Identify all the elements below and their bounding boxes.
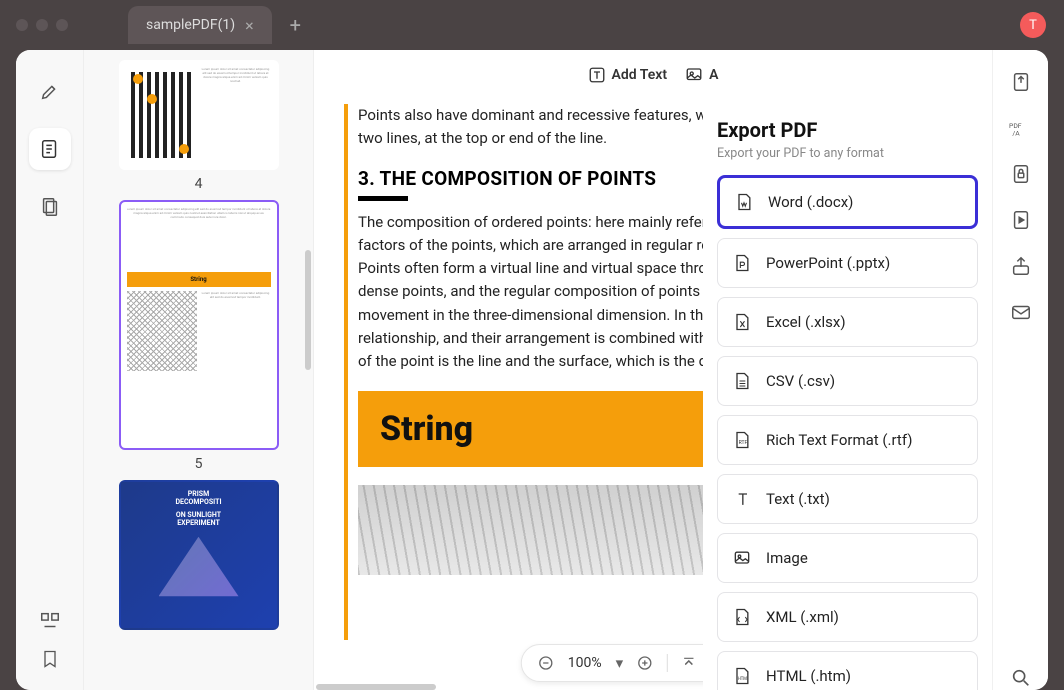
add-text-button[interactable]: Add Text: [588, 66, 668, 84]
zoom-value[interactable]: 100%: [568, 655, 602, 671]
workspace: Lorem ipsum dolor sit amet consectetur a…: [16, 50, 1048, 690]
thumbnail-6[interactable]: PRISMDECOMPOSITI ON SUNLIGHTEXPERIMENT: [104, 480, 293, 630]
window-titlebar: samplePDF(1) × + T: [0, 0, 1064, 50]
txt-icon: [732, 489, 752, 509]
add-image-button[interactable]: A: [685, 66, 718, 84]
export-option-txt[interactable]: Text (.txt): [717, 474, 978, 524]
user-avatar[interactable]: T: [1020, 12, 1046, 38]
zoom-in-button[interactable]: [637, 655, 653, 671]
play-icon[interactable]: [1009, 208, 1033, 232]
export-option-image[interactable]: Image: [717, 533, 978, 583]
minimize-window[interactable]: [36, 19, 48, 31]
separator: [667, 654, 668, 672]
option-label: Rich Text Format (.rtf): [766, 431, 912, 449]
close-tab-icon[interactable]: ×: [245, 16, 254, 35]
heading-rule: [358, 196, 408, 201]
pages-tool[interactable]: [29, 186, 71, 228]
zoom-dropdown[interactable]: ▾: [616, 654, 624, 672]
annotate-icon: [39, 138, 61, 160]
option-label: PowerPoint (.pptx): [766, 254, 890, 272]
export-option-word[interactable]: Word (.docx): [717, 175, 978, 229]
thumbnail-4[interactable]: Lorem ipsum dolor sit amet consectetur a…: [104, 60, 293, 192]
avatar-initial: T: [1029, 18, 1037, 33]
highlighter-tool[interactable]: [29, 70, 71, 112]
horizontal-scrollbar[interactable]: [316, 684, 436, 690]
rtf-icon: RTF: [732, 430, 752, 450]
option-label: Excel (.xlsx): [766, 313, 846, 331]
share-icon[interactable]: [1009, 254, 1033, 278]
csv-icon: [732, 371, 752, 391]
export-option-excel[interactable]: Excel (.xlsx): [717, 297, 978, 347]
export-subtitle: Export your PDF to any format: [717, 146, 978, 161]
xml-icon: [732, 607, 752, 627]
export-option-csv[interactable]: CSV (.csv): [717, 356, 978, 406]
option-label: Word (.docx): [768, 193, 853, 211]
export-title: Export PDF: [717, 118, 978, 142]
bookmark-tool[interactable]: [40, 648, 60, 670]
tab-title: samplePDF(1): [146, 17, 235, 33]
annotate-tool[interactable]: [29, 128, 71, 170]
pdfa-icon[interactable]: PDF/A: [1009, 116, 1033, 140]
maximize-window[interactable]: [56, 19, 68, 31]
protect-icon[interactable]: [1009, 162, 1033, 186]
top-toolbar: Add Text A: [314, 50, 992, 100]
excel-icon: [732, 312, 752, 332]
highlighter-icon: [39, 80, 61, 102]
svg-text:HTM: HTM: [738, 677, 747, 682]
bookmark-icon: [40, 648, 60, 670]
image-icon: [685, 66, 703, 84]
html-icon: HTM: [732, 666, 752, 686]
export-option-rtf[interactable]: RTF Rich Text Format (.rtf): [717, 415, 978, 465]
option-label: XML (.xml): [766, 608, 839, 626]
export-option-html[interactable]: HTM HTML (.htm): [717, 651, 978, 690]
convert-icon[interactable]: [1009, 70, 1033, 94]
export-option-xml[interactable]: XML (.xml): [717, 592, 978, 642]
form-tool[interactable]: [39, 610, 61, 632]
export-option-powerpoint[interactable]: PowerPoint (.pptx): [717, 238, 978, 288]
pages-icon: [39, 196, 61, 218]
option-label: CSV (.csv): [766, 372, 835, 390]
image-icon: [732, 548, 752, 568]
svg-text:PDF: PDF: [1009, 122, 1022, 130]
left-tool-rail: [16, 50, 84, 690]
document-tab[interactable]: samplePDF(1) ×: [128, 6, 272, 44]
window-controls: [16, 19, 68, 31]
add-image-label: A: [709, 67, 718, 83]
option-label: Text (.txt): [766, 490, 830, 508]
add-text-label: Add Text: [612, 67, 668, 83]
export-pdf-panel: Export PDF Export your PDF to any format…: [703, 100, 988, 690]
close-window[interactable]: [16, 19, 28, 31]
thumbnail-5[interactable]: Lorem ipsum dolor sit amet consectetur a…: [104, 200, 293, 472]
word-icon: [734, 192, 754, 212]
svg-text:/A: /A: [1012, 130, 1020, 138]
zoom-out-button[interactable]: [538, 655, 554, 671]
search-icon[interactable]: [1009, 666, 1033, 690]
text-icon: [588, 66, 606, 84]
thumb-page-num: 4: [104, 176, 293, 192]
right-tool-rail: PDF/A: [992, 50, 1048, 690]
first-page-button[interactable]: [682, 656, 696, 670]
option-label: HTML (.htm): [766, 667, 851, 685]
svg-text:RTF: RTF: [739, 440, 748, 446]
form-icon: [39, 610, 61, 632]
thumbs-scrollbar[interactable]: [305, 250, 311, 370]
option-label: Image: [766, 549, 808, 567]
ppt-icon: [732, 253, 752, 273]
mail-icon[interactable]: [1009, 300, 1033, 324]
thumbnail-panel[interactable]: Lorem ipsum dolor sit amet consectetur a…: [84, 50, 314, 690]
new-tab-button[interactable]: +: [290, 13, 301, 37]
thumb-page-num: 5: [104, 456, 293, 472]
